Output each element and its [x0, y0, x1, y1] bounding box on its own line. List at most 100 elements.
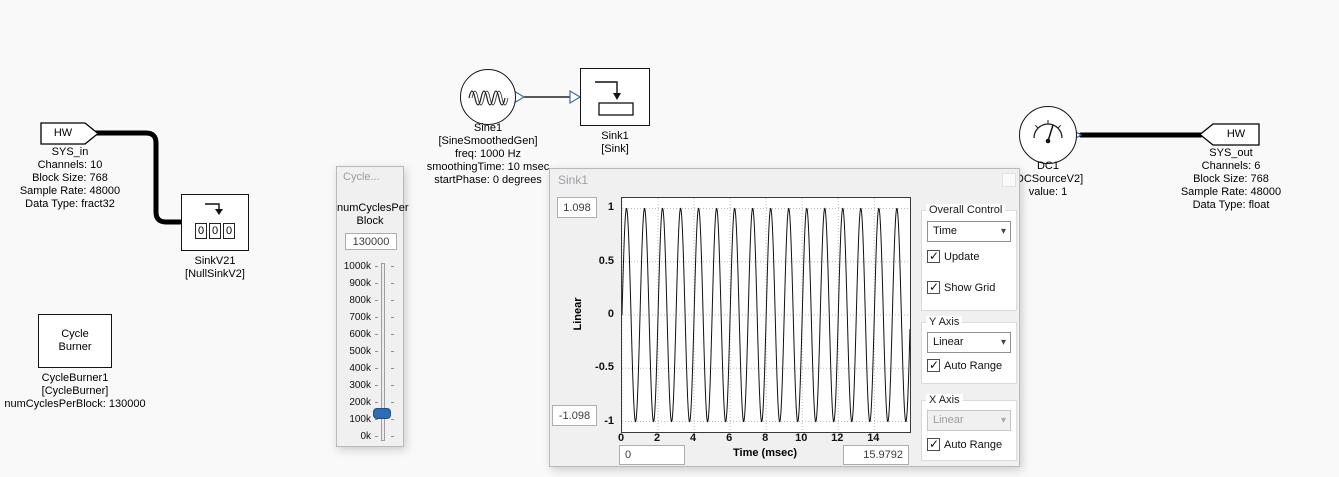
- block-sine1[interactable]: [460, 69, 516, 125]
- sink1-caption: Sink1 [Sink]: [555, 130, 675, 156]
- sys-out-tag-label: HW: [1213, 124, 1259, 145]
- slider-tick-mark: [375, 283, 378, 284]
- y-tick-labels: 10.50-0.5-1: [594, 197, 618, 431]
- digit-cell: 0: [209, 223, 221, 239]
- cycle-burner-inner-label: Cycle Burner: [39, 315, 111, 367]
- sink1-window[interactable]: Sink1 1.098 -1.098 Linear 10.50-0.5-1 02…: [549, 168, 1020, 467]
- slider-tick-label: 300k: [337, 380, 371, 391]
- overall-control-group-label: Overall Control: [926, 204, 1005, 216]
- y-auto-range-checkbox[interactable]: [927, 359, 940, 372]
- slider-tick-mark: [375, 300, 378, 301]
- sink1-window-title: Sink1: [550, 169, 1019, 191]
- slider-tick-mark: [391, 368, 394, 369]
- param-label-line1: numCyclesPer: [337, 202, 403, 215]
- y-tick-label: 0: [608, 308, 614, 320]
- x-tick-label: 10: [795, 432, 807, 444]
- slider-tick-label: 700k: [337, 312, 371, 323]
- caption-line: Data Type: fract32: [10, 198, 130, 211]
- slider-tick-mark: [375, 436, 378, 437]
- caption-line: startPhase: 0 degrees: [408, 174, 568, 187]
- update-checkbox[interactable]: [927, 250, 940, 263]
- sine1-name: Sine1: [408, 122, 568, 135]
- caption-line: Channels: 10: [10, 159, 130, 172]
- block-sink1[interactable]: [580, 68, 650, 126]
- window-close-button[interactable]: [1002, 173, 1016, 187]
- sys-out-caption: SYS_out Channels: 6Block Size: 768Sample…: [1171, 147, 1291, 212]
- cycle-burner-caption: CycleBurner1 [CycleBurner] numCyclesPerB…: [0, 372, 150, 411]
- block-dc1[interactable]: [1019, 106, 1077, 164]
- slider-handle[interactable]: [373, 408, 391, 419]
- cycle-burner-type: [CycleBurner]: [0, 385, 150, 398]
- x-axis-scale-dropdown: Linear: [927, 410, 1011, 431]
- caption-line: smoothingTime: 10 msec: [408, 161, 568, 174]
- y-min-value-box[interactable]: -1.098: [552, 405, 597, 426]
- caption-line: Channels: 6: [1171, 160, 1291, 173]
- y-tick-label: -0.5: [595, 361, 614, 373]
- slider-tick-mark: [391, 419, 394, 420]
- cycle-burner-info: numCyclesPerBlock: 130000: [0, 398, 150, 411]
- caption-line: Sample Rate: 48000: [10, 185, 130, 198]
- x-auto-range-row[interactable]: Auto Range: [927, 438, 1002, 451]
- y-axis-scale-dropdown[interactable]: Linear: [927, 332, 1011, 353]
- cycle-burner-inspector-panel[interactable]: Cycle... numCyclesPer Block 130000 1000k…: [336, 166, 404, 447]
- inspector-title: Cycle...: [337, 167, 403, 187]
- cycle-burner-name: CycleBurner1: [0, 372, 150, 385]
- slider-tick-mark: [375, 266, 378, 267]
- x-min-value-box[interactable]: 0: [619, 445, 685, 465]
- sine1-caption: Sine1 [SineSmoothedGen] freq: 1000 Hzsmo…: [408, 122, 568, 187]
- slider-tick-mark: [375, 368, 378, 369]
- sine1-type: [SineSmoothedGen]: [408, 135, 568, 148]
- sys-out-name: SYS_out: [1171, 147, 1291, 160]
- slider-tick-label: 600k: [337, 329, 371, 340]
- y-max-value-box[interactable]: 1.098: [557, 197, 597, 218]
- show-grid-checkbox-row[interactable]: Show Grid: [927, 281, 995, 294]
- slider-tick-label: 800k: [337, 295, 371, 306]
- slider-tick-label: 500k: [337, 346, 371, 357]
- show-grid-checkbox[interactable]: [927, 281, 940, 294]
- update-checkbox-row[interactable]: Update: [927, 250, 979, 263]
- sinkv21-name: SinkV21: [155, 255, 275, 268]
- sys-in-caption: SYS_in Channels: 10Block Size: 768Sample…: [10, 146, 130, 211]
- slider-tick-mark: [375, 402, 378, 403]
- slider-tick-mark: [391, 334, 394, 335]
- waveform-plot[interactable]: [621, 197, 911, 433]
- meter-gauge-icon: [1027, 114, 1069, 156]
- y-auto-range-row[interactable]: Auto Range: [927, 359, 1002, 372]
- x-tick-label: 4: [690, 432, 696, 444]
- sinkv21-caption: SinkV21 [NullSinkV2]: [155, 255, 275, 281]
- slider-tick-mark: [391, 283, 394, 284]
- slider-tick-label: 100k: [337, 414, 371, 425]
- x-tick-label: 0: [618, 432, 624, 444]
- digit-cell: 0: [223, 223, 235, 239]
- x-auto-range-label: Auto Range: [944, 439, 1002, 451]
- sink1-input-port[interactable]: [570, 91, 580, 103]
- sine-wave-icon: [467, 83, 511, 113]
- time-frequency-dropdown[interactable]: Time: [927, 221, 1011, 242]
- slider-tick-label: 900k: [337, 278, 371, 289]
- sink1-name: Sink1: [555, 130, 675, 143]
- signal-flow-canvas: HW SYS_in Channels: 10Block Size: 768Sam…: [0, 0, 1339, 477]
- slider-tick-mark: [391, 402, 394, 403]
- digit-cell: 0: [195, 223, 207, 239]
- block-cycle-burner[interactable]: Cycle Burner: [38, 314, 112, 368]
- y-auto-range-label: Auto Range: [944, 360, 1002, 372]
- slider-tick-label: 200k: [337, 397, 371, 408]
- x-axis-group-label: X Axis: [926, 394, 963, 406]
- sine1-info: freq: 1000 HzsmoothingTime: 10 msecstart…: [408, 148, 568, 187]
- slider-tick-mark: [391, 385, 394, 386]
- caption-line: Block Size: 768: [1171, 173, 1291, 186]
- caption-line: Block Size: 768: [10, 172, 130, 185]
- param-label-line2: Block: [337, 215, 403, 228]
- sink-icon: [587, 74, 645, 120]
- x-tick-label: 6: [726, 432, 732, 444]
- sys-out-info: Channels: 6Block Size: 768Sample Rate: 4…: [1171, 160, 1291, 212]
- num-cycles-value-box[interactable]: 130000: [345, 233, 397, 250]
- block-sinkv21[interactable]: 000: [181, 194, 249, 251]
- x-auto-range-checkbox[interactable]: [927, 438, 940, 451]
- slider-tick-mark: [375, 385, 378, 386]
- cycle-burner-line1: Cycle: [61, 328, 89, 341]
- sink-arrow-icon: [202, 200, 230, 218]
- caption-line: Data Type: float: [1171, 199, 1291, 212]
- x-max-value-box[interactable]: 15.9792: [843, 445, 909, 465]
- x-tick-label: 14: [867, 432, 879, 444]
